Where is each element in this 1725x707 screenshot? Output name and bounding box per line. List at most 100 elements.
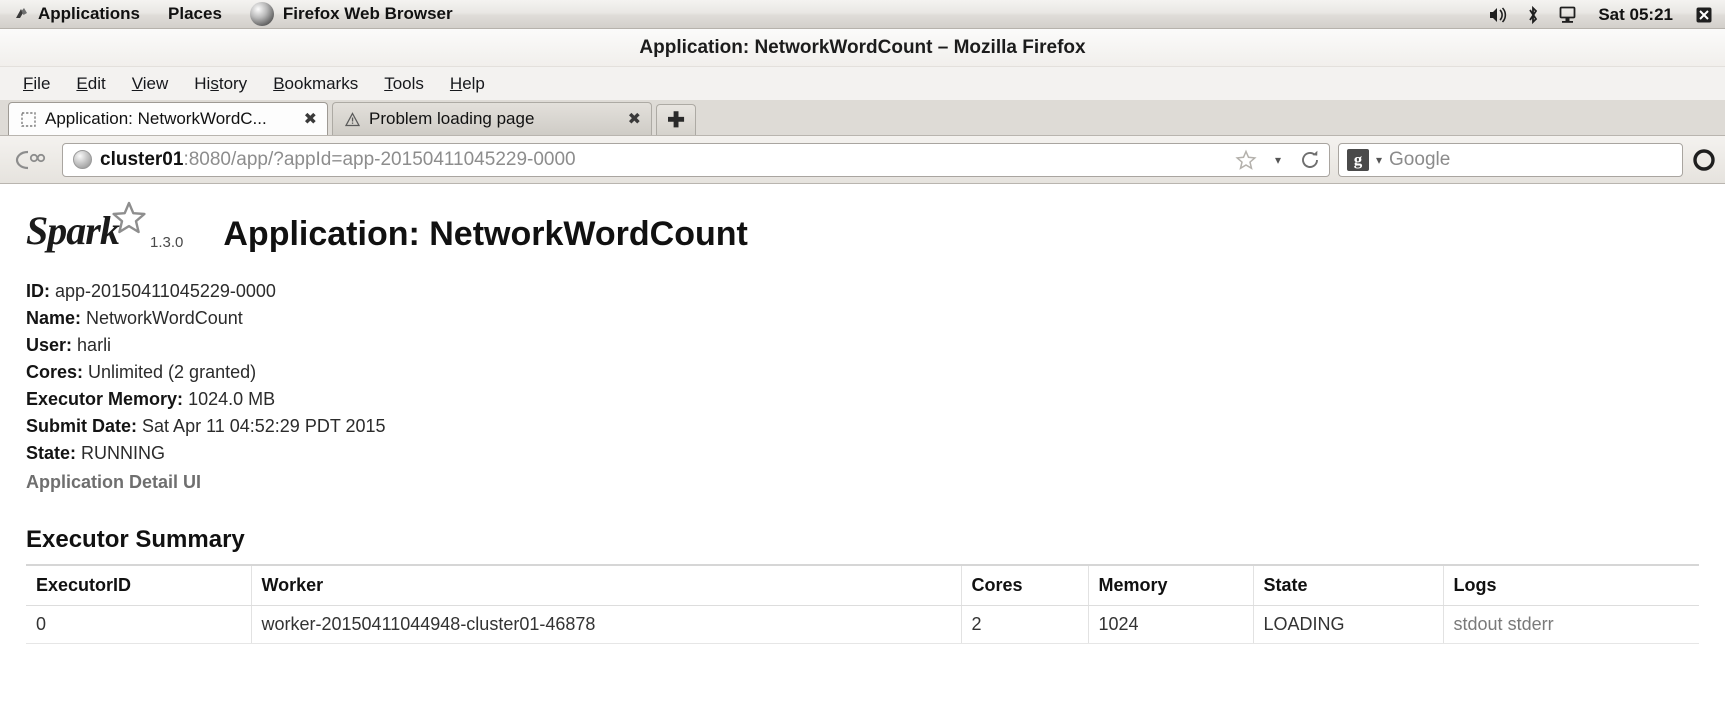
volume-icon[interactable] <box>1482 0 1516 29</box>
bluetooth-icon[interactable] <box>1516 0 1550 29</box>
info-value: harli <box>77 335 112 355</box>
info-row-submit-date: Submit Date: Sat Apr 11 04:52:29 PDT 201… <box>26 413 1699 440</box>
reload-icon[interactable] <box>1297 146 1323 174</box>
info-key: Cores: <box>26 362 84 382</box>
new-tab-button[interactable]: ✚ <box>656 104 696 135</box>
table-body: 0 worker-20150411044948-cluster01-46878 … <box>26 605 1699 644</box>
firefox-window-button[interactable]: Firefox Web Browser <box>236 0 467 29</box>
places-menu[interactable]: Places <box>154 0 236 29</box>
menu-file[interactable]: File <box>10 72 63 96</box>
overflow-icon[interactable] <box>1691 146 1717 174</box>
spark-logo[interactable]: Spark <box>26 200 146 256</box>
table-header-row: ExecutorID Worker Cores Memory State Log… <box>26 564 1699 606</box>
page-content: Spark 1.3.0 Application: NetworkWordCoun… <box>0 184 1725 707</box>
blank-page-icon <box>20 111 37 128</box>
firefox-window: Application: NetworkWordCount – Mozilla … <box>0 29 1725 707</box>
tab-label: Application: NetworkWordC... <box>45 109 267 128</box>
info-key: Submit Date: <box>26 416 138 436</box>
menu-history[interactable]: History <box>181 72 260 96</box>
column-header-memory[interactable]: Memory <box>1088 564 1254 606</box>
warning-icon <box>344 111 361 128</box>
close-icon[interactable] <box>1687 0 1721 29</box>
table-header: ExecutorID Worker Cores Memory State Log… <box>26 564 1699 606</box>
stderr-link[interactable]: stderr <box>1508 614 1554 634</box>
places-label: Places <box>168 4 222 23</box>
cell-executorid: 0 <box>26 605 252 644</box>
google-logo-icon: g <box>1347 148 1369 171</box>
cell-memory: 1024 <box>1088 605 1254 644</box>
star-icon[interactable] <box>1233 146 1259 174</box>
applications-icon <box>14 6 31 23</box>
tab-application-networkwordcount[interactable]: Application: NetworkWordC... ✖ <box>8 102 328 135</box>
info-value: app-20150411045229-0000 <box>55 281 276 301</box>
info-key: State: <box>26 443 77 463</box>
tab-close-icon[interactable]: ✖ <box>298 109 317 129</box>
navigation-toolbar: cluster01:8080/app/?appId=app-2015041104… <box>0 136 1725 184</box>
info-row-executor-memory: Executor Memory: 1024.0 MB <box>26 386 1699 413</box>
url-host: cluster01 <box>100 148 184 170</box>
info-row-id: ID: app-20150411045229-0000 <box>26 278 1699 305</box>
menu-bar: File Edit View History Bookmarks Tools H… <box>0 67 1725 100</box>
cell-logs: stdout stderr <box>1443 605 1699 644</box>
applications-menu[interactable]: Applications <box>0 0 154 29</box>
cell-cores: 2 <box>961 605 1089 644</box>
column-header-cores[interactable]: Cores <box>961 564 1089 606</box>
info-row-cores: Cores: Unlimited (2 granted) <box>26 359 1699 386</box>
window-title: Application: NetworkWordCount – Mozilla … <box>639 36 1086 58</box>
url-path: :8080/app/?appId=app-20150411045229-0000 <box>183 148 576 170</box>
spark-header: Spark 1.3.0 Application: NetworkWordCoun… <box>26 184 1699 256</box>
info-row-user: User: harli <box>26 332 1699 359</box>
menu-tools[interactable]: Tools <box>371 72 437 96</box>
url-bar[interactable]: cluster01:8080/app/?appId=app-2015041104… <box>62 142 1330 177</box>
info-value: Sat Apr 11 04:52:29 PDT 2015 <box>142 416 386 436</box>
menu-view[interactable]: View <box>119 72 182 96</box>
tab-close-icon[interactable]: ✖ <box>622 109 641 129</box>
search-engine-chevron-icon[interactable]: ▾ <box>1376 153 1382 167</box>
url-bar-actions: ▾ <box>1233 146 1323 174</box>
panel-right-group: Sat 05:21 <box>1482 0 1721 29</box>
info-key: Name: <box>26 308 82 328</box>
tab-label: Problem loading page <box>369 109 535 128</box>
search-box[interactable]: g ▾ Google <box>1338 142 1683 177</box>
menu-bookmarks[interactable]: Bookmarks <box>260 72 371 96</box>
chevron-down-icon[interactable]: ▾ <box>1265 146 1291 174</box>
spark-version: 1.3.0 <box>150 234 184 251</box>
page-title: Application: NetworkWordCount <box>223 215 748 253</box>
info-row-state: State: RUNNING <box>26 440 1699 467</box>
info-value: Unlimited (2 granted) <box>88 362 257 382</box>
cell-state: LOADING <box>1253 605 1444 644</box>
clock[interactable]: Sat 05:21 <box>1584 5 1687 25</box>
executor-summary-title: Executor Summary <box>26 526 245 553</box>
spark-logo-text: Spark <box>26 208 120 253</box>
info-key: User: <box>26 335 73 355</box>
application-detail-ui-link[interactable]: Application Detail UI <box>26 469 201 496</box>
site-identity-icon[interactable] <box>73 150 92 169</box>
firefox-icon <box>249 2 274 26</box>
display-icon[interactable] <box>1550 0 1584 29</box>
tab-problem-loading-page[interactable]: Problem loading page ✖ <box>332 102 652 135</box>
url-text: cluster01:8080/app/?appId=app-2015041104… <box>100 149 1225 171</box>
tab-strip: Application: NetworkWordC... ✖ Problem l… <box>0 100 1725 136</box>
table-row: 0 worker-20150411044948-cluster01-46878 … <box>26 605 1699 644</box>
firefox-window-label: Firefox Web Browser <box>282 4 453 23</box>
executor-summary-table: ExecutorID Worker Cores Memory State Log… <box>26 564 1699 644</box>
desktop-top-panel: Applications Places Firefox Web Browser <box>0 0 1725 29</box>
menu-edit[interactable]: Edit <box>63 72 118 96</box>
column-header-worker[interactable]: Worker <box>251 564 962 606</box>
info-value: NetworkWordCount <box>86 308 243 328</box>
status-badge: RUNNING <box>81 443 166 463</box>
cell-worker: worker-20150411044948-cluster01-46878 <box>251 605 962 644</box>
info-value: 1024.0 MB <box>188 389 276 409</box>
applications-label: Applications <box>38 4 141 23</box>
info-row-name: Name: NetworkWordCount <box>26 305 1699 332</box>
info-key: Executor Memory: <box>26 389 184 409</box>
application-info-list: ID: app-20150411045229-0000 Name: Networ… <box>26 278 1699 496</box>
back-arrow-icon[interactable] <box>8 143 54 177</box>
star-icon <box>110 200 148 238</box>
column-header-executorid[interactable]: ExecutorID <box>26 564 252 606</box>
search-input[interactable]: Google <box>1389 149 1674 171</box>
column-header-logs[interactable]: Logs <box>1443 564 1699 606</box>
menu-help[interactable]: Help <box>437 72 498 96</box>
column-header-state[interactable]: State <box>1253 564 1444 606</box>
stdout-link[interactable]: stdout <box>1454 614 1503 634</box>
